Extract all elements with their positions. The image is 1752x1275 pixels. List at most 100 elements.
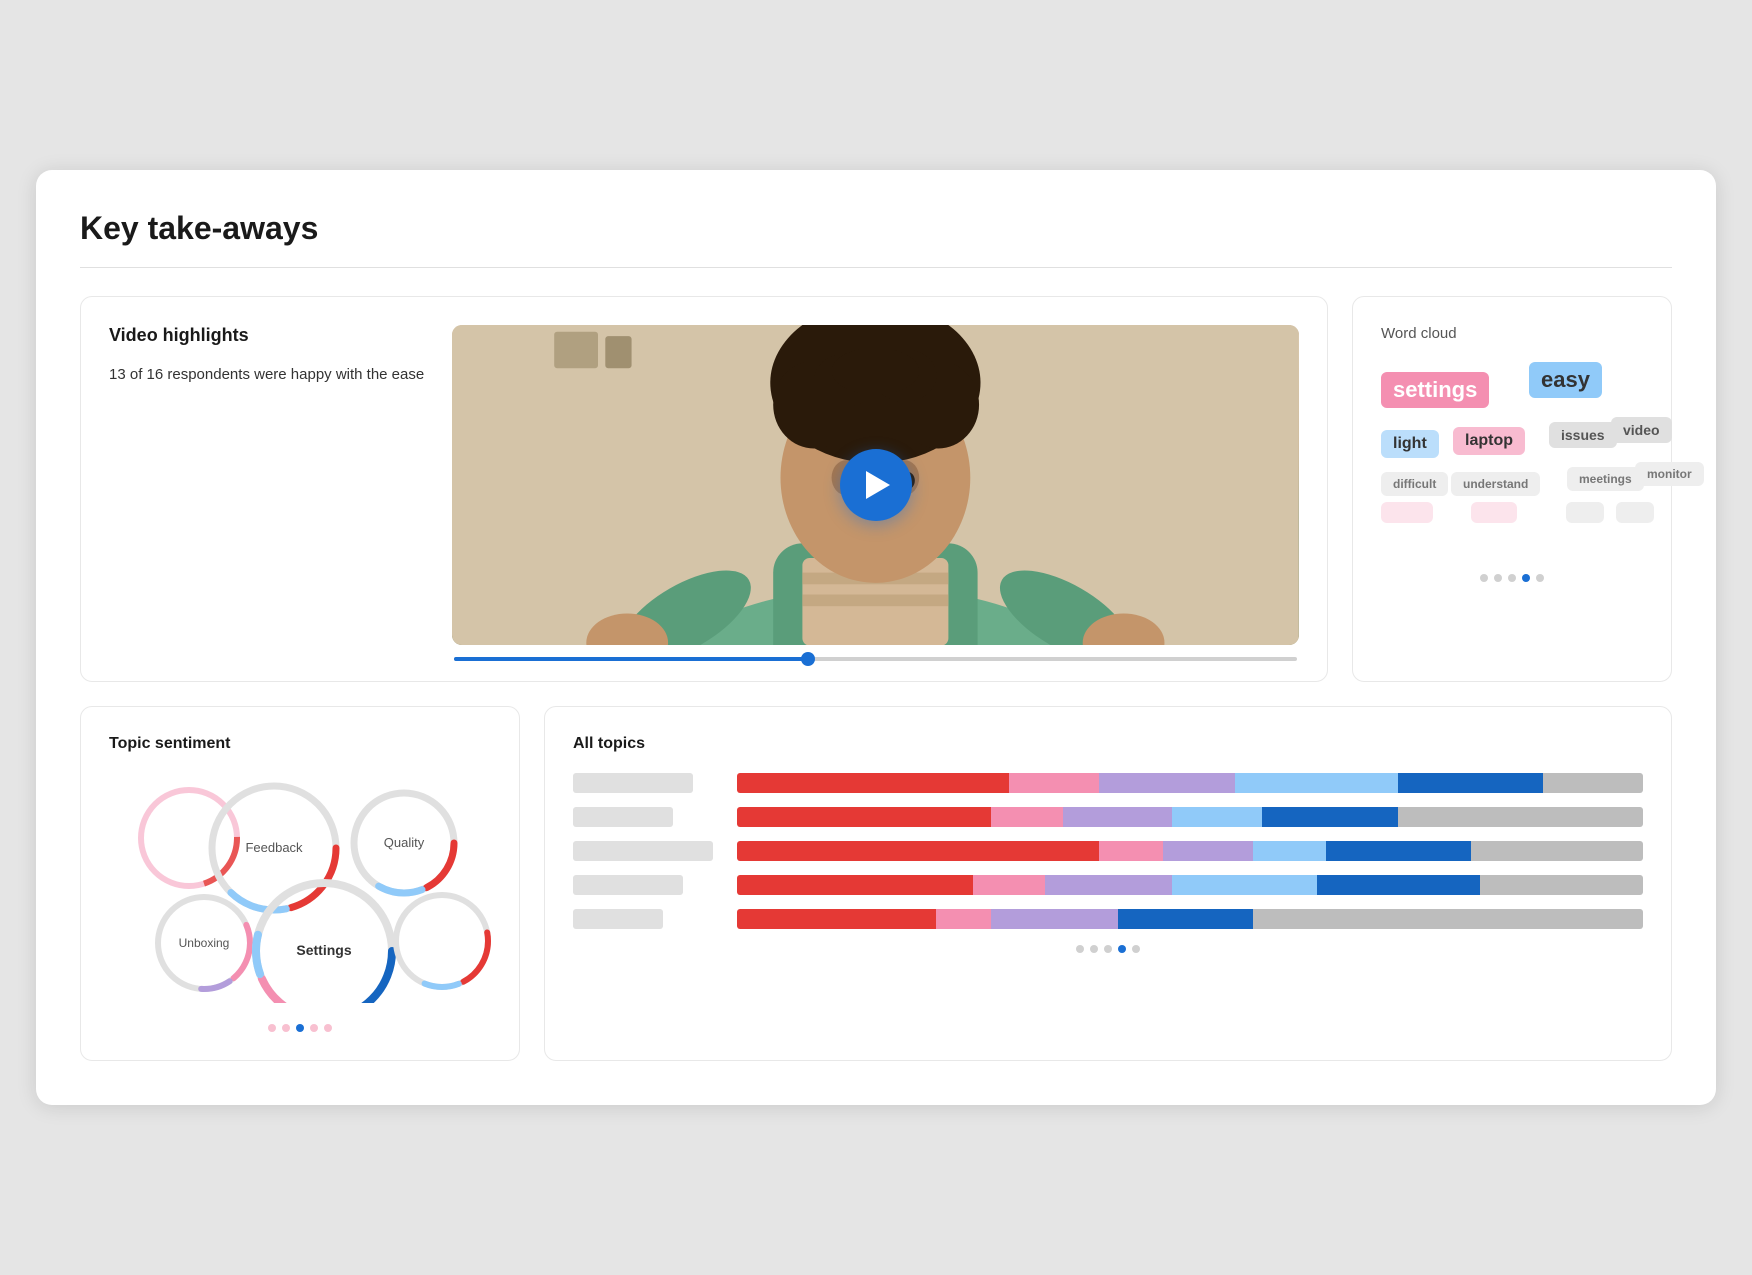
sentiment-svg: Feedback Quality Unboxing Settings [109,773,509,1003]
word-faint-3 [1566,502,1604,523]
bar-seg-red-3 [737,841,1099,861]
topics-title: All topics [573,735,1643,753]
bar-seg-blue-dark-3 [1326,841,1471,861]
progress-thumb[interactable] [801,652,815,666]
bar-seg-blue-dark-1 [1398,773,1543,793]
topic-label-4 [573,875,683,895]
bar-seg-pink-2 [991,807,1063,827]
sentiment-card: Topic sentiment Feedback Quality [80,706,520,1061]
bar-seg-blue-dark-2 [1262,807,1398,827]
word-faint-4 [1616,502,1654,523]
cloud-dot-3[interactable] [1508,574,1516,582]
top-row: Video highlights 13 of 16 respondents we… [80,296,1672,682]
sentiment-dot-4[interactable] [310,1024,318,1032]
word-difficult[interactable]: difficult [1381,472,1448,496]
play-icon [866,471,890,499]
cloud-dot-4[interactable] [1522,574,1530,582]
video-card: Video highlights 13 of 16 respondents we… [80,296,1328,682]
svg-text:Unboxing: Unboxing [179,936,230,950]
topic-label-3 [573,841,713,861]
sentiment-dot-1[interactable] [268,1024,276,1032]
cloud-dot-2[interactable] [1494,574,1502,582]
word-issues[interactable]: issues [1549,422,1617,448]
topic-label-2 [573,807,673,827]
word-faint-1 [1381,502,1433,523]
play-button[interactable] [840,449,912,521]
bar-seg-purple-5 [991,909,1118,929]
sentiment-dot-3[interactable] [296,1024,304,1032]
sentiment-dot-2[interactable] [282,1024,290,1032]
video-left: Video highlights 13 of 16 respondents we… [109,325,424,661]
bar-seg-red-2 [737,807,991,827]
word-faint-2 [1471,502,1517,523]
bar-seg-purple-2 [1063,807,1172,827]
app-container: Key take-aways Video highlights 13 of 16… [36,170,1716,1105]
word-cloud-card: Word cloud settings easy light laptop is… [1352,296,1672,682]
topics-bars [737,773,1643,929]
topic-bar-row-2 [737,807,1643,827]
bar-seg-gray-5 [1253,909,1643,929]
bar-seg-gray-3 [1471,841,1643,861]
bar-seg-red-1 [737,773,1009,793]
bar-seg-blue-light-3 [1253,841,1325,861]
video-thumbnail[interactable] [452,325,1299,645]
topics-card: All topics [544,706,1672,1061]
word-easy[interactable]: easy [1529,362,1602,398]
word-video[interactable]: video [1611,417,1672,443]
video-right [452,325,1299,661]
bar-seg-purple-3 [1163,841,1254,861]
topics-dot-4[interactable] [1118,945,1126,953]
section-divider [80,267,1672,268]
progress-fill [454,657,808,661]
topics-content [573,773,1643,929]
topics-dot-3[interactable] [1104,945,1112,953]
cloud-dots [1381,574,1643,582]
bar-seg-purple-4 [1045,875,1172,895]
bottom-row: Topic sentiment Feedback Quality [80,706,1672,1061]
topics-dot-5[interactable] [1132,945,1140,953]
bar-seg-blue-dark-5 [1118,909,1254,929]
sentiment-dots [109,1024,491,1032]
bar-seg-blue-dark-4 [1317,875,1480,895]
word-understand[interactable]: understand [1451,472,1540,496]
cloud-dot-5[interactable] [1536,574,1544,582]
svg-text:Quality: Quality [384,835,425,850]
topics-dot-1[interactable] [1076,945,1084,953]
bar-seg-gray-4 [1480,875,1643,895]
topics-dot-2[interactable] [1090,945,1098,953]
bar-seg-blue-light-2 [1172,807,1263,827]
bar-seg-gray-1 [1543,773,1643,793]
cloud-dot-1[interactable] [1480,574,1488,582]
topics-pagination [573,945,1643,953]
word-settings[interactable]: settings [1381,372,1489,408]
topic-label-5 [573,909,663,929]
topic-bar-row-1 [737,773,1643,793]
topics-labels [573,773,713,929]
bar-seg-red-5 [737,909,936,929]
page-title: Key take-aways [80,210,1672,247]
video-progress[interactable] [452,657,1299,661]
word-meetings[interactable]: meetings [1567,467,1644,491]
svg-text:Settings: Settings [296,942,351,958]
topic-bar-row-5 [737,909,1643,929]
word-monitor[interactable]: monitor [1635,462,1704,486]
bar-seg-pink-1 [1009,773,1100,793]
svg-text:Feedback: Feedback [245,840,303,855]
bar-seg-pink-4 [973,875,1045,895]
topic-bar-row-3 [737,841,1643,861]
word-laptop[interactable]: laptop [1453,427,1525,455]
bar-seg-red-4 [737,875,973,895]
bar-seg-purple-1 [1099,773,1235,793]
bar-seg-blue-light-4 [1172,875,1317,895]
topic-label-1 [573,773,693,793]
video-highlights-label: Video highlights [109,325,424,346]
bar-seg-gray-2 [1398,807,1643,827]
sentiment-title: Topic sentiment [109,735,491,753]
sentiment-dot-5[interactable] [324,1024,332,1032]
bar-seg-blue-light-1 [1235,773,1398,793]
word-light[interactable]: light [1381,430,1439,458]
topic-bar-row-4 [737,875,1643,895]
word-cloud-area: settings easy light laptop issues video … [1381,362,1643,562]
progress-track[interactable] [454,657,1297,661]
word-cloud-title: Word cloud [1381,325,1643,342]
